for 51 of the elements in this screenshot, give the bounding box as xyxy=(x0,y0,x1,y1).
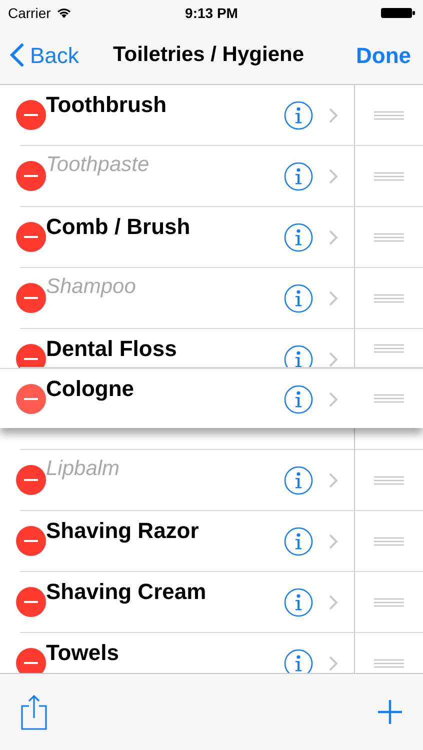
info-icon[interactable] xyxy=(284,385,313,414)
delete-icon[interactable] xyxy=(16,384,46,414)
info-icon[interactable] xyxy=(284,223,313,252)
chevron-icon xyxy=(329,595,338,610)
item-title: Shaving Cream xyxy=(46,578,206,606)
screen-title: Toiletries / Hygiene xyxy=(113,42,304,68)
item-title: Toothpaste xyxy=(46,152,150,178)
delete-icon[interactable] xyxy=(16,648,46,673)
wifi-icon xyxy=(56,7,72,19)
chevron-icon xyxy=(329,352,338,367)
chevron-icon xyxy=(329,108,338,123)
item-title: Shaving Razor xyxy=(46,517,199,545)
info-icon[interactable] xyxy=(284,284,313,313)
info-icon[interactable] xyxy=(284,466,313,495)
battery-icon xyxy=(381,7,415,19)
chevron-icon xyxy=(329,291,338,306)
chevron-icon xyxy=(329,656,338,671)
info-icon[interactable] xyxy=(284,162,313,191)
list-row[interactable]: Cologne xyxy=(0,368,423,428)
delete-icon[interactable] xyxy=(16,344,46,368)
chevron-icon xyxy=(329,534,338,549)
chevron-icon xyxy=(329,230,338,245)
status-time: 9:13 PM xyxy=(185,4,238,22)
back-button[interactable]: Back xyxy=(10,38,79,72)
item-title: Toothbrush xyxy=(46,91,167,119)
info-icon[interactable] xyxy=(284,345,313,368)
delete-icon[interactable] xyxy=(16,526,46,556)
delete-icon[interactable] xyxy=(16,161,46,191)
done-button[interactable]: Done xyxy=(356,38,413,72)
delete-icon[interactable] xyxy=(16,222,46,252)
info-icon[interactable] xyxy=(284,527,313,556)
item-title: Shampoo xyxy=(46,274,136,300)
item-title: Lipbalm xyxy=(46,456,120,482)
item-title: Comb / Brush xyxy=(46,213,190,241)
chevron-icon xyxy=(329,169,338,184)
delete-icon[interactable] xyxy=(16,283,46,313)
back-chevron-icon xyxy=(10,43,24,67)
carrier-label: Carrier xyxy=(8,4,51,22)
info-icon[interactable] xyxy=(284,588,313,617)
info-icon[interactable] xyxy=(284,101,313,130)
info-icon[interactable] xyxy=(284,649,313,673)
share-icon[interactable] xyxy=(20,694,48,730)
chevron-icon xyxy=(329,473,338,488)
item-title: Cologne xyxy=(46,375,134,403)
delete-icon[interactable] xyxy=(16,465,46,495)
item-title: Dental Floss xyxy=(46,335,177,363)
item-title: Towels xyxy=(46,639,119,667)
add-icon[interactable] xyxy=(377,699,403,725)
delete-icon[interactable] xyxy=(16,587,46,617)
chevron-icon xyxy=(329,392,338,407)
delete-icon[interactable] xyxy=(16,100,46,130)
